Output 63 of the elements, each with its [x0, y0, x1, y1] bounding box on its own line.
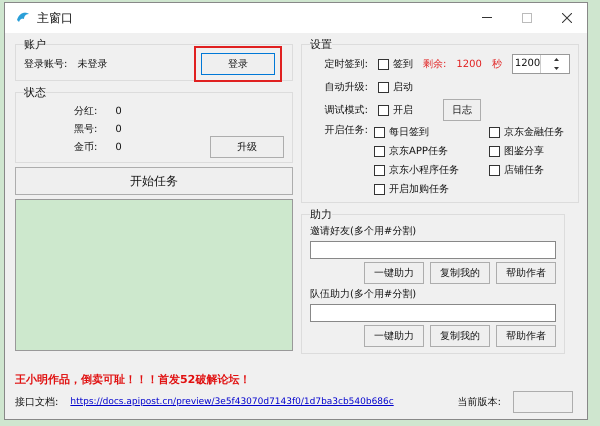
- notice-text: 王小明作品，倒卖可耻！！！首发52破解论坛！: [14, 372, 252, 387]
- checkbox-label[interactable]: 店铺任务: [504, 163, 544, 177]
- setting-label: 定时签到:: [324, 58, 368, 71]
- remaining-unit: 秒: [492, 58, 502, 71]
- status-value: 0: [115, 124, 123, 134]
- input-field[interactable]: [310, 241, 556, 259]
- setting-label: 自动升级:: [324, 80, 368, 94]
- input-field[interactable]: [310, 304, 556, 322]
- checkbox-label[interactable]: 启动: [393, 80, 413, 94]
- close-icon[interactable]: [562, 13, 572, 23]
- action-button[interactable]: 复制我的: [430, 262, 490, 284]
- status-value: 0: [115, 142, 123, 152]
- checkbox[interactable]: [374, 146, 385, 156]
- group-title: 状态: [24, 85, 46, 100]
- checkbox-label[interactable]: 开启: [393, 103, 413, 117]
- checkbox[interactable]: [374, 126, 385, 138]
- group-title: 助力: [310, 207, 332, 222]
- remaining-label: 剩余:: [423, 58, 446, 71]
- checkbox[interactable]: [489, 146, 500, 156]
- field-label: 邀请好友(多个用#分割): [310, 224, 418, 238]
- up-arrow-icon[interactable]: [554, 58, 559, 61]
- window-title: 主窗口: [37, 10, 74, 26]
- doc-label: 接口文档:: [15, 396, 58, 409]
- group-title: 账户: [24, 37, 46, 52]
- doc-link[interactable]: https://docs.apipost.cn/preview/3e5f43070d7143f0/1d7ba3cb540b686c: [70, 397, 394, 407]
- checkbox[interactable]: [378, 58, 389, 70]
- status-label: 金币:: [74, 140, 98, 154]
- checkbox[interactable]: [374, 184, 385, 194]
- status-label: 黑号:: [74, 123, 98, 136]
- interval-spinbox[interactable]: 1200: [512, 54, 570, 74]
- setting-label: 调试模式:: [324, 104, 368, 117]
- start-task-button[interactable]: 开始任务: [15, 167, 293, 195]
- action-button[interactable]: 复制我的: [430, 325, 490, 347]
- checkbox[interactable]: [374, 164, 385, 176]
- checkbox-label[interactable]: 签到: [393, 57, 413, 71]
- checkbox-label[interactable]: 京东APP任务: [389, 144, 448, 158]
- log-button[interactable]: 日志: [443, 99, 481, 121]
- action-button[interactable]: 帮助作者: [496, 262, 556, 284]
- action-button[interactable]: 一键助力: [364, 262, 424, 284]
- checkbox-label[interactable]: 京东小程序任务: [389, 163, 459, 177]
- status-label: 分红:: [74, 105, 98, 118]
- remaining-value: 1200: [456, 58, 482, 70]
- upgrade-button[interactable]: 升级: [210, 136, 284, 158]
- account-value: 未登录: [77, 58, 108, 71]
- action-button[interactable]: 帮助作者: [496, 325, 556, 347]
- version-label: 当前版本:: [458, 396, 501, 409]
- checkbox[interactable]: [378, 82, 389, 92]
- field-label: 队伍助力(多个用#分割): [310, 288, 418, 301]
- checkbox-label[interactable]: 开启加购任务: [389, 182, 449, 196]
- checkbox[interactable]: [489, 164, 500, 176]
- checkbox-label[interactable]: 每日签到: [389, 125, 429, 139]
- down-arrow-icon[interactable]: [554, 67, 559, 70]
- checkbox[interactable]: [489, 126, 500, 138]
- checkbox-label[interactable]: 图鉴分享: [504, 144, 544, 158]
- checkbox[interactable]: [378, 104, 389, 116]
- checkbox-label[interactable]: 京东金融任务: [504, 125, 564, 139]
- login-button[interactable]: 登录: [201, 53, 275, 75]
- setting-label: 开启任务:: [324, 124, 368, 138]
- status-value: 0: [115, 106, 123, 116]
- minimize-icon[interactable]: [482, 17, 492, 19]
- action-button[interactable]: 一键助力: [364, 325, 424, 347]
- group-title: 设置: [310, 37, 332, 52]
- account-label: 登录账号:: [24, 58, 68, 71]
